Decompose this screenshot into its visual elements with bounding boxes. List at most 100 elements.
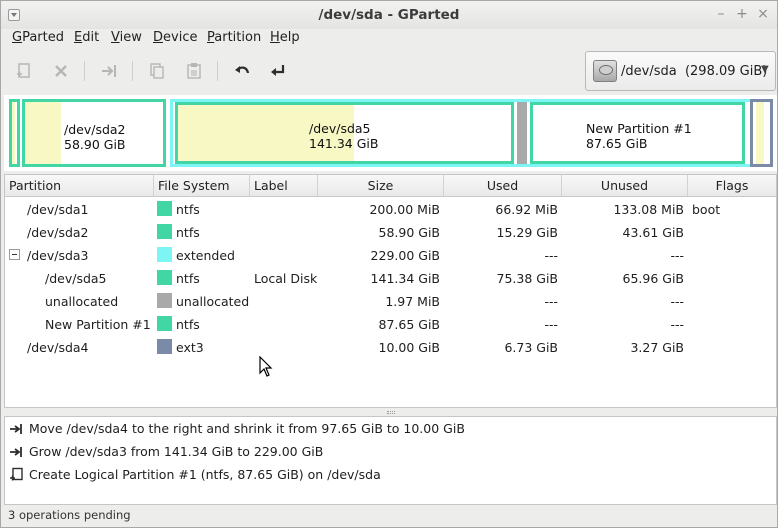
graph-partition-label: /dev/sda2 58.90 GiB — [64, 122, 126, 152]
operation-text: Move /dev/sda4 to the right and shrink i… — [29, 421, 465, 436]
used-space-bar — [25, 102, 61, 164]
operation-text: Grow /dev/sda3 from 141.34 GiB to 229.00… — [29, 444, 324, 459]
column-label[interactable]: Label — [250, 175, 318, 196]
graph-partition-label: New Partition #1 87.65 GiB — [586, 121, 692, 151]
cell-file-system: extended — [176, 248, 235, 263]
filesystem-color-swatch — [157, 224, 172, 239]
undo-button[interactable] — [230, 59, 254, 83]
partition-table: Partition File System Label Size Used Un… — [4, 174, 777, 408]
new-partition-button[interactable] — [12, 59, 36, 83]
close-icon[interactable]: × — [755, 6, 771, 22]
filesystem-color-swatch — [157, 247, 172, 262]
cell-partition: /dev/sda3 — [27, 248, 89, 263]
resize-move-icon — [10, 424, 22, 434]
cell-used: --- — [544, 317, 558, 332]
table-row[interactable]: /dev/sda2 ntfs 58.90 GiB 15.29 GiB 43.61 GiB — [5, 221, 776, 244]
cell-size: 229.00 GiB — [370, 248, 440, 263]
resize-move-button[interactable] — [97, 59, 121, 83]
status-bar: 3 operations pending — [8, 508, 131, 522]
cell-size: 200.00 MiB — [369, 202, 440, 217]
table-row[interactable]: /dev/sda3 extended 229.00 GiB --- --- — [5, 244, 776, 267]
copy-button[interactable] — [145, 59, 169, 83]
column-file-system[interactable]: File System — [154, 175, 250, 196]
operations-list: Move /dev/sda4 to the right and shrink i… — [4, 416, 777, 505]
cell-file-system: ext3 — [176, 340, 204, 355]
device-selector[interactable]: /dev/sda (298.09 GiB) ▼ — [585, 51, 776, 91]
table-row[interactable]: unallocated unallocated 1.97 MiB --- --- — [5, 290, 776, 313]
resize-move-icon — [102, 65, 116, 77]
column-unused[interactable]: Unused — [562, 175, 688, 196]
table-row[interactable]: /dev/sda5 ntfs Local Disk 141.34 GiB 75.38 G… — [5, 267, 776, 290]
operation-item[interactable]: Create Logical Partition #1 (ntfs, 87.65… — [5, 463, 776, 486]
harddisk-icon — [593, 60, 617, 82]
resize-move-icon — [10, 447, 22, 457]
used-space-bar — [12, 102, 15, 164]
apply-button[interactable] — [266, 59, 290, 83]
menu-help[interactable]: Help — [270, 30, 300, 45]
graph-unallocated[interactable] — [517, 102, 527, 164]
graph-partition[interactable] — [750, 99, 773, 167]
cell-file-system: ntfs — [176, 317, 200, 332]
minimize-icon[interactable]: – — [713, 6, 729, 22]
cell-size: 58.90 GiB — [378, 225, 441, 240]
gparted-window: /dev/sda - GParted – + × GParted Edit Vi… — [0, 0, 778, 528]
graph-partition[interactable]: New Partition #1 87.65 GiB — [530, 102, 745, 164]
table-header: Partition File System Label Size Used Un… — [5, 175, 776, 197]
menu-edit[interactable]: Edit — [74, 30, 99, 45]
cell-unused: --- — [670, 248, 684, 263]
apply-icon — [271, 65, 285, 76]
filesystem-color-swatch — [157, 339, 172, 354]
delete-partition-button[interactable] — [49, 59, 73, 83]
new-icon — [17, 63, 30, 78]
table-row[interactable]: New Partition #1 ntfs 87.65 GiB --- --- — [5, 313, 776, 336]
cell-partition: /dev/sda5 — [45, 271, 107, 286]
paste-icon — [187, 63, 201, 79]
menu-view[interactable]: View — [111, 30, 142, 45]
paste-button[interactable] — [182, 59, 206, 83]
menu-bar: GParted Edit View Device Partition Help — [1, 29, 777, 49]
column-used[interactable]: Used — [444, 175, 562, 196]
filesystem-color-swatch — [157, 201, 172, 216]
cell-size: 87.65 GiB — [378, 317, 441, 332]
cell-used: 15.29 GiB — [496, 225, 559, 240]
cell-file-system: ntfs — [176, 202, 200, 217]
cell-partition: /dev/sda2 — [27, 225, 89, 240]
operation-item[interactable]: Move /dev/sda4 to the right and shrink i… — [5, 417, 776, 440]
cell-partition: unallocated — [45, 294, 119, 309]
toolbar-separator — [217, 61, 218, 81]
cell-used: 66.92 MiB — [495, 202, 558, 217]
cell-partition: /dev/sda1 — [27, 202, 89, 217]
new-icon — [10, 467, 23, 481]
window-title: /dev/sda - GParted — [318, 7, 460, 23]
cell-unused: 43.61 GiB — [622, 225, 685, 240]
cell-size: 141.34 GiB — [370, 271, 440, 286]
cell-used: --- — [544, 294, 558, 309]
graph-partition[interactable]: /dev/sda5 141.34 GiB — [175, 102, 514, 164]
graph-partition[interactable]: /dev/sda2 58.90 GiB — [22, 99, 166, 167]
menu-device[interactable]: Device — [153, 30, 197, 45]
filesystem-color-swatch — [157, 270, 172, 285]
cell-partition: New Partition #1 — [45, 317, 151, 332]
graph-partition[interactable] — [9, 99, 20, 167]
table-row[interactable]: /dev/sda1 ntfs 200.00 MiB 66.92 MiB 133.08 M… — [5, 198, 776, 221]
cell-file-system: unallocated — [176, 294, 250, 309]
menu-partition[interactable]: Partition — [207, 30, 261, 45]
undo-icon — [235, 66, 250, 74]
maximize-icon[interactable]: + — [734, 6, 750, 22]
cell-unused: 133.08 MiB — [613, 202, 684, 217]
cell-size: 1.97 MiB — [385, 294, 440, 309]
collapse-toggle-icon[interactable] — [9, 249, 20, 260]
table-row[interactable]: /dev/sda4 ext3 10.00 GiB 6.73 GiB 3.27 GiB — [5, 336, 776, 359]
menu-gparted[interactable]: GParted — [12, 30, 64, 45]
splitter-grip-icon — [387, 411, 395, 414]
cell-unused: 3.27 GiB — [630, 340, 684, 355]
operation-item[interactable]: Grow /dev/sda3 from 141.34 GiB to 229.00… — [5, 440, 776, 463]
graph-partition-label: /dev/sda5 141.34 GiB — [309, 121, 379, 151]
delete-icon — [55, 65, 67, 77]
column-partition[interactable]: Partition — [5, 175, 154, 196]
copy-icon — [150, 63, 164, 79]
column-size[interactable]: Size — [318, 175, 444, 196]
column-flags[interactable]: Flags — [688, 175, 776, 196]
cell-partition: /dev/sda4 — [27, 340, 89, 355]
cell-size: 10.00 GiB — [378, 340, 441, 355]
